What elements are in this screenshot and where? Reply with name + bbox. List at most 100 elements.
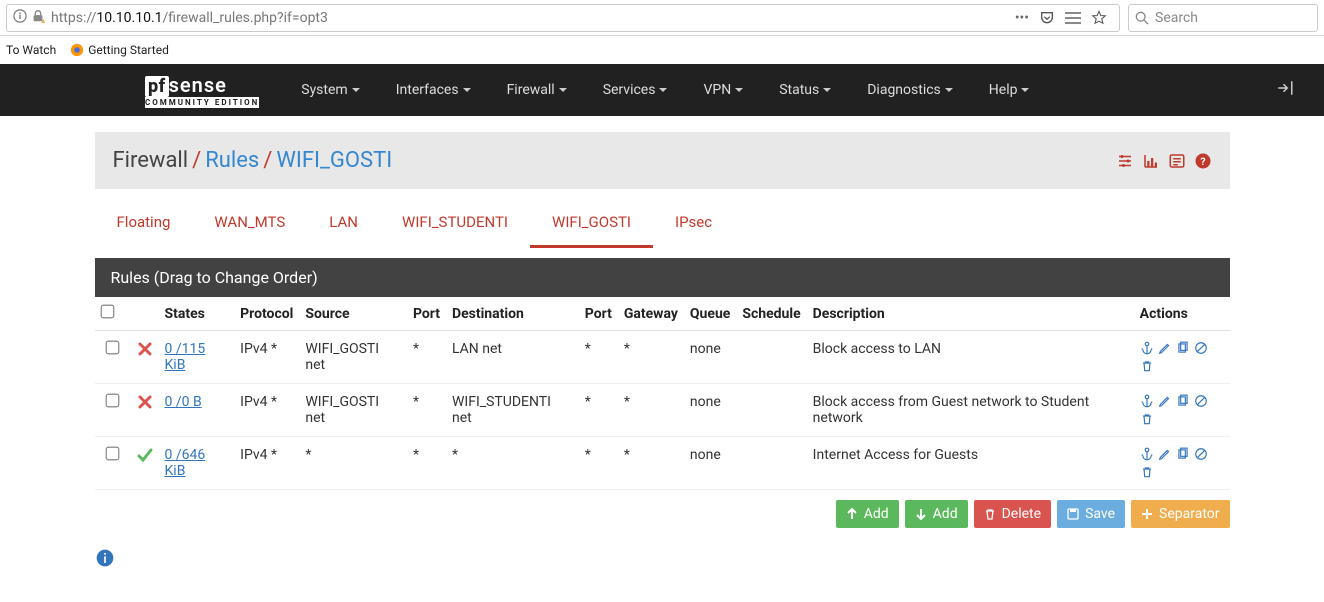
search-icon — [1135, 11, 1149, 25]
cell-source-port: * — [407, 331, 446, 384]
tab-ipsec[interactable]: IPsec — [653, 199, 734, 248]
sliders-icon[interactable] — [1116, 152, 1134, 170]
col-protocol: Protocol — [234, 297, 299, 331]
cell-protocol: IPv4 * — [234, 384, 299, 437]
table-row[interactable]: 0 /115 KiB IPv4 * WIFI_GOSTI net * LAN n… — [95, 331, 1230, 384]
pocket-icon[interactable] — [1039, 10, 1055, 26]
copy-icon[interactable] — [1176, 341, 1190, 355]
interface-tabs: Floating WAN_MTS LAN WIFI_STUDENTI WIFI_… — [95, 199, 1230, 248]
cell-source-port: * — [407, 384, 446, 437]
arrow-up-icon — [846, 508, 858, 520]
table-row[interactable]: 0 /0 B IPv4 * WIFI_GOSTI net * WIFI_STUD… — [95, 384, 1230, 437]
row-checkbox[interactable] — [106, 341, 120, 355]
cell-source: WIFI_GOSTI net — [299, 384, 407, 437]
disable-icon[interactable] — [1194, 394, 1208, 408]
ellipsis-icon[interactable]: ••• — [1015, 10, 1029, 26]
url-input[interactable]: https:// 10.10.10.1 /firewall_rules.php?… — [6, 4, 1120, 32]
trash-icon[interactable] — [1140, 412, 1154, 426]
table-row[interactable]: 0 /646 KiB IPv4 * * * * * * none Interne… — [95, 437, 1230, 490]
nav-firewall[interactable]: Firewall — [489, 74, 585, 106]
row-checkbox[interactable] — [106, 447, 120, 461]
pfsense-logo[interactable]: pfsense COMMUNITY EDITION — [145, 73, 259, 108]
cell-queue: none — [684, 384, 736, 437]
bookmark-to-watch[interactable]: To Watch — [6, 43, 56, 57]
col-description: Description — [807, 297, 1134, 331]
nav-interfaces[interactable]: Interfaces — [378, 74, 489, 106]
cell-schedule — [736, 384, 806, 437]
breadcrumb-interface[interactable]: WIFI_GOSTI — [276, 148, 392, 173]
cell-dest-port: * — [579, 331, 618, 384]
pass-icon — [137, 447, 153, 467]
pencil-icon[interactable] — [1158, 341, 1172, 355]
tab-lan[interactable]: LAN — [307, 199, 380, 248]
row-actions — [1140, 447, 1224, 479]
breadcrumb: Firewall / Rules / WIFI_GOSTI ? — [95, 132, 1230, 189]
disable-icon[interactable] — [1194, 447, 1208, 461]
star-icon[interactable] — [1091, 10, 1107, 26]
col-dest-port: Port — [579, 297, 618, 331]
add-top-button[interactable]: Add — [836, 500, 899, 528]
url-host: 10.10.10.1 — [96, 10, 162, 26]
bookmark-getting-started[interactable]: Getting Started — [70, 43, 169, 57]
save-button[interactable]: Save — [1057, 500, 1125, 528]
chart-icon[interactable] — [1142, 152, 1160, 170]
cell-protocol: IPv4 * — [234, 331, 299, 384]
anchor-icon[interactable] — [1140, 394, 1154, 408]
col-actions: Actions — [1134, 297, 1230, 331]
states-link[interactable]: 0 /646 KiB — [165, 447, 206, 479]
arrow-down-icon — [915, 508, 927, 520]
row-checkbox[interactable] — [106, 394, 120, 408]
breadcrumb-actions: ? — [1116, 152, 1212, 170]
rules-panel: Rules (Drag to Change Order) States Prot… — [95, 258, 1230, 490]
save-icon — [1067, 508, 1079, 520]
browser-search[interactable]: Search — [1128, 4, 1318, 32]
row-actions — [1140, 394, 1224, 426]
help-icon[interactable]: ? — [1194, 152, 1212, 170]
nav-system[interactable]: System — [283, 74, 377, 106]
cell-gateway: * — [618, 384, 684, 437]
cell-source: WIFI_GOSTI net — [299, 331, 407, 384]
pencil-icon[interactable] — [1158, 394, 1172, 408]
cell-description: Internet Access for Guests — [807, 437, 1134, 490]
nav-services[interactable]: Services — [585, 74, 686, 106]
disable-icon[interactable] — [1194, 341, 1208, 355]
delete-button[interactable]: Delete — [974, 500, 1051, 528]
separator-button[interactable]: Separator — [1131, 500, 1229, 528]
tab-floating[interactable]: Floating — [95, 199, 193, 248]
add-bottom-button[interactable]: Add — [905, 500, 968, 528]
copy-icon[interactable] — [1176, 447, 1190, 461]
caret-down-icon — [352, 86, 360, 94]
tab-wan[interactable]: WAN_MTS — [192, 199, 307, 248]
logout-icon[interactable] — [1276, 79, 1294, 101]
nav-status[interactable]: Status — [761, 74, 849, 106]
cell-destination: WIFI_STUDENTI net — [446, 384, 579, 437]
reader-icon[interactable] — [1065, 11, 1081, 25]
anchor-icon[interactable] — [1140, 341, 1154, 355]
nav-diagnostics[interactable]: Diagnostics — [849, 74, 971, 106]
nav-vpn[interactable]: VPN — [685, 74, 761, 106]
select-all-checkbox[interactable] — [100, 305, 114, 319]
anchor-icon[interactable] — [1140, 447, 1154, 461]
log-icon[interactable] — [1168, 152, 1186, 170]
info-icon[interactable] — [95, 548, 1230, 572]
cell-dest-port: * — [579, 437, 618, 490]
col-source-port: Port — [407, 297, 446, 331]
cell-schedule — [736, 331, 806, 384]
block-icon — [137, 341, 153, 361]
trash-icon — [984, 508, 996, 520]
pencil-icon[interactable] — [1158, 447, 1172, 461]
tab-wifi-studenti[interactable]: WIFI_STUDENTI — [380, 199, 530, 248]
breadcrumb-rules[interactable]: Rules — [205, 148, 259, 173]
bookmarks-bar: To Watch Getting Started — [0, 36, 1324, 64]
trash-icon[interactable] — [1140, 465, 1154, 479]
states-link[interactable]: 0 /0 B — [165, 394, 202, 410]
trash-icon[interactable] — [1140, 359, 1154, 373]
cell-source-port: * — [407, 437, 446, 490]
copy-icon[interactable] — [1176, 394, 1190, 408]
states-link[interactable]: 0 /115 KiB — [165, 341, 206, 373]
col-queue: Queue — [684, 297, 736, 331]
tab-wifi-gosti[interactable]: WIFI_GOSTI — [530, 199, 653, 248]
cell-description: Block access from Guest network to Stude… — [807, 384, 1134, 437]
cell-schedule — [736, 437, 806, 490]
nav-help[interactable]: Help — [971, 74, 1048, 106]
